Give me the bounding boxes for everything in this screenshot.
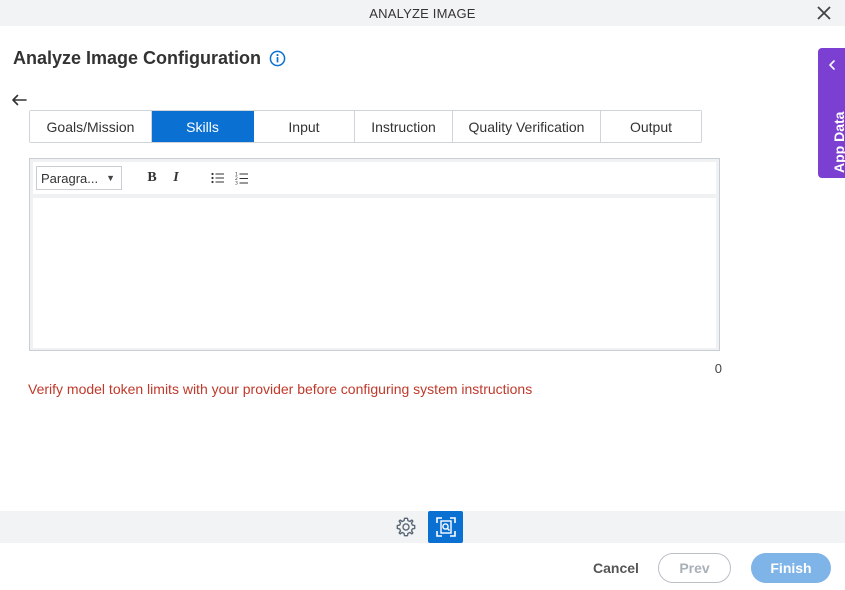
tab-skills[interactable]: Skills bbox=[152, 111, 254, 142]
bullet-list-button[interactable] bbox=[206, 166, 230, 190]
image-analyze-icon bbox=[435, 517, 456, 537]
bullet-list-icon bbox=[211, 172, 224, 184]
bottom-tool-strip bbox=[0, 511, 845, 543]
close-icon bbox=[817, 6, 831, 20]
editor-toolbar: Paragra... ▼ B I 1 2 3 bbox=[33, 162, 716, 194]
character-count: 0 bbox=[714, 361, 722, 376]
italic-button[interactable]: I bbox=[164, 166, 188, 190]
dropdown-caret-icon: ▼ bbox=[106, 173, 115, 183]
back-button[interactable] bbox=[10, 91, 28, 109]
arrow-left-icon bbox=[12, 94, 27, 106]
info-icon bbox=[269, 50, 286, 66]
tab-input[interactable]: Input bbox=[254, 111, 355, 142]
editor-content-area[interactable] bbox=[33, 198, 716, 348]
close-button[interactable] bbox=[815, 4, 833, 22]
tab-goals-mission[interactable]: Goals/Mission bbox=[30, 111, 152, 142]
app-data-panel-toggle[interactable]: App Data bbox=[818, 48, 845, 178]
info-button[interactable] bbox=[269, 49, 287, 67]
page-heading: Analyze Image Configuration bbox=[13, 47, 287, 69]
finish-button[interactable]: Finish bbox=[751, 553, 831, 583]
rich-text-editor: Paragra... ▼ B I 1 2 3 bbox=[29, 158, 720, 351]
analyze-image-dialog: ANALYZE IMAGE Analyze Image Configuratio… bbox=[0, 0, 845, 590]
token-limit-warning: Verify model token limits with your prov… bbox=[28, 381, 533, 397]
analyze-image-tool-button[interactable] bbox=[428, 511, 463, 543]
tab-instruction[interactable]: Instruction bbox=[355, 111, 453, 142]
app-data-label: App Data bbox=[831, 111, 845, 173]
numbered-list-icon: 1 2 3 bbox=[235, 172, 248, 186]
tab-bar: Goals/Mission Skills Input Instruction Q… bbox=[29, 110, 702, 143]
svg-text:3: 3 bbox=[235, 181, 238, 186]
tab-quality-verification[interactable]: Quality Verification bbox=[453, 111, 601, 142]
paragraph-format-select[interactable]: Paragra... ▼ bbox=[36, 166, 122, 190]
window-title: ANALYZE IMAGE bbox=[369, 5, 476, 21]
settings-button[interactable] bbox=[394, 515, 418, 539]
numbered-list-button[interactable]: 1 2 3 bbox=[230, 166, 254, 190]
paragraph-format-value: Paragra... bbox=[41, 170, 99, 186]
tab-output[interactable]: Output bbox=[601, 111, 701, 142]
prev-button[interactable]: Prev bbox=[658, 553, 731, 583]
gear-icon bbox=[396, 517, 416, 537]
cancel-button[interactable]: Cancel bbox=[588, 556, 644, 580]
page-title: Analyze Image Configuration bbox=[13, 47, 262, 68]
title-bar: ANALYZE IMAGE bbox=[0, 0, 845, 26]
bold-button[interactable]: B bbox=[140, 166, 164, 190]
chevron-left-icon bbox=[829, 60, 835, 70]
